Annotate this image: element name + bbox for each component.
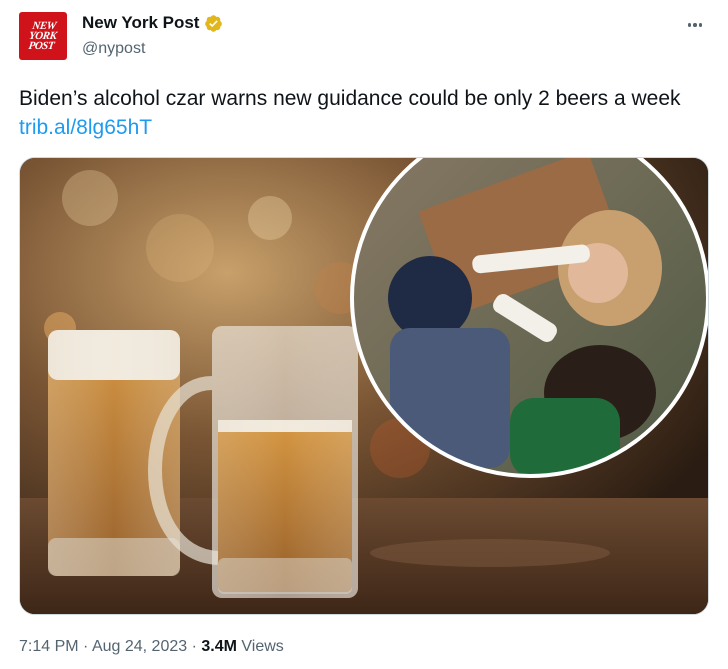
more-icon[interactable] xyxy=(684,14,706,36)
author-handle[interactable]: @nypost xyxy=(82,40,145,58)
views-label: Views xyxy=(241,638,284,655)
photo-illustration xyxy=(20,158,708,614)
tweet-meta: 7:14 PM · Aug 24, 2023 · 3.4M Views xyxy=(19,638,284,656)
tweet-time[interactable]: 7:14 PM xyxy=(19,638,79,655)
avatar[interactable]: NEW YORK POST xyxy=(19,12,67,60)
meta-separator: · xyxy=(83,638,89,655)
tweet-date[interactable]: Aug 24, 2023 xyxy=(92,638,187,655)
author-name-row: New York Post xyxy=(82,13,223,33)
display-name[interactable]: New York Post xyxy=(82,13,199,33)
views-count[interactable]: 3.4M xyxy=(201,638,237,655)
tweet-link[interactable]: trib.al/8lg65hT xyxy=(19,115,152,141)
tweet-text: Biden’s alcohol czar warns new guidance … xyxy=(19,87,681,110)
nypost-logo: NEW YORK POST xyxy=(28,20,58,52)
meta-separator: · xyxy=(191,638,197,655)
tweet-photo[interactable] xyxy=(19,157,709,615)
verified-badge-icon[interactable] xyxy=(204,14,223,33)
